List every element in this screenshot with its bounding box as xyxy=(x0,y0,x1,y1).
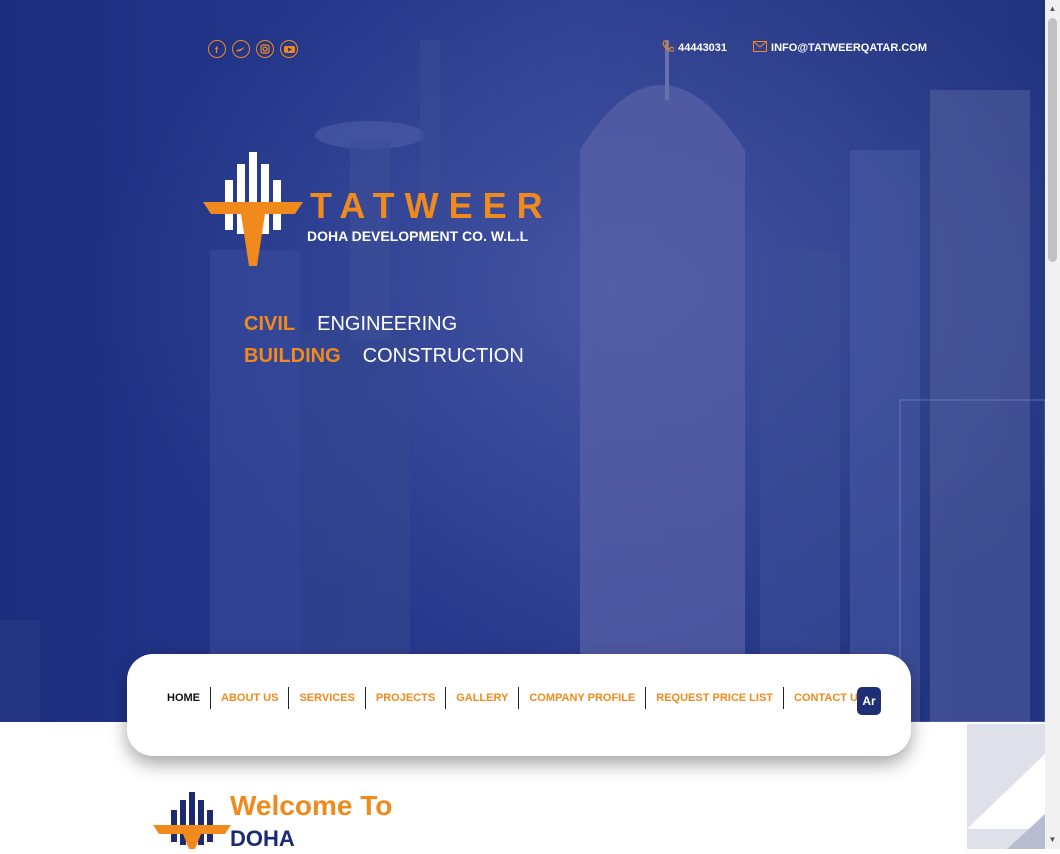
mail-icon xyxy=(753,40,768,55)
svg-text:f: f xyxy=(215,45,219,54)
social-links: f xyxy=(208,40,298,58)
nav-projects[interactable]: PROJECTS xyxy=(366,687,447,709)
tatweer-logo-icon[interactable] xyxy=(203,152,303,267)
phone-contact[interactable]: 44443031 xyxy=(662,40,727,55)
welcome-subtitle: DOHA xyxy=(230,826,295,851)
scroll-down-arrow-icon[interactable]: ▼ xyxy=(1045,833,1060,847)
decorative-triangles xyxy=(967,754,1045,849)
nav-gallery[interactable]: GALLERY xyxy=(446,687,520,709)
brand-name: TATWEER xyxy=(310,185,553,226)
youtube-icon[interactable] xyxy=(280,40,298,58)
twitter-icon[interactable] xyxy=(232,40,250,58)
nav-home[interactable]: HOME xyxy=(157,687,211,709)
nav-company-profile[interactable]: COMPANY PROFILE xyxy=(519,687,647,709)
tagline-line-1: CIVIL ENGINEERING xyxy=(244,313,457,336)
page-scrollbar[interactable]: ▲ ▼ xyxy=(1045,0,1060,849)
tagline-text: ENGINEERING xyxy=(317,313,458,335)
tagline-text: CONSTRUCTION xyxy=(362,345,524,367)
tagline-accent: BUILDING xyxy=(244,345,341,367)
facebook-icon[interactable]: f xyxy=(208,40,226,58)
main-navigation: HOME ABOUT US SERVICES PROJECTS GALLERY … xyxy=(127,654,911,756)
language-toggle-button[interactable]: Ar xyxy=(857,687,881,715)
phone-icon xyxy=(662,40,675,55)
nav-request-price-list[interactable]: REQUEST PRICE LIST xyxy=(646,687,785,709)
tagline-accent: CIVIL xyxy=(244,313,296,335)
hero-banner: f 44443031 INFO@TATWEERQATAR.COM TATWEER… xyxy=(0,0,1045,722)
email-address: INFO@TATWEERQATAR.COM xyxy=(771,41,927,54)
contact-info: 44443031 INFO@TATWEERQATAR.COM xyxy=(662,40,927,55)
tagline-line-2: BUILDING CONSTRUCTION xyxy=(244,345,524,368)
brand-subtitle: DOHA DEVELOPMENT CO. W.L.L xyxy=(307,228,529,244)
nav-services[interactable]: SERVICES xyxy=(289,687,366,709)
decorative-shape xyxy=(967,724,1045,849)
scroll-up-arrow-icon[interactable]: ▲ xyxy=(1045,2,1060,16)
welcome-title: Welcome To xyxy=(230,790,393,821)
instagram-icon[interactable] xyxy=(256,40,274,58)
phone-number: 44443031 xyxy=(678,41,728,54)
welcome-logo-icon xyxy=(153,792,231,849)
nav-about-us[interactable]: ABOUT US xyxy=(211,687,290,709)
email-contact[interactable]: INFO@TATWEERQATAR.COM xyxy=(753,40,927,55)
scrollbar-thumb[interactable] xyxy=(1048,18,1057,262)
